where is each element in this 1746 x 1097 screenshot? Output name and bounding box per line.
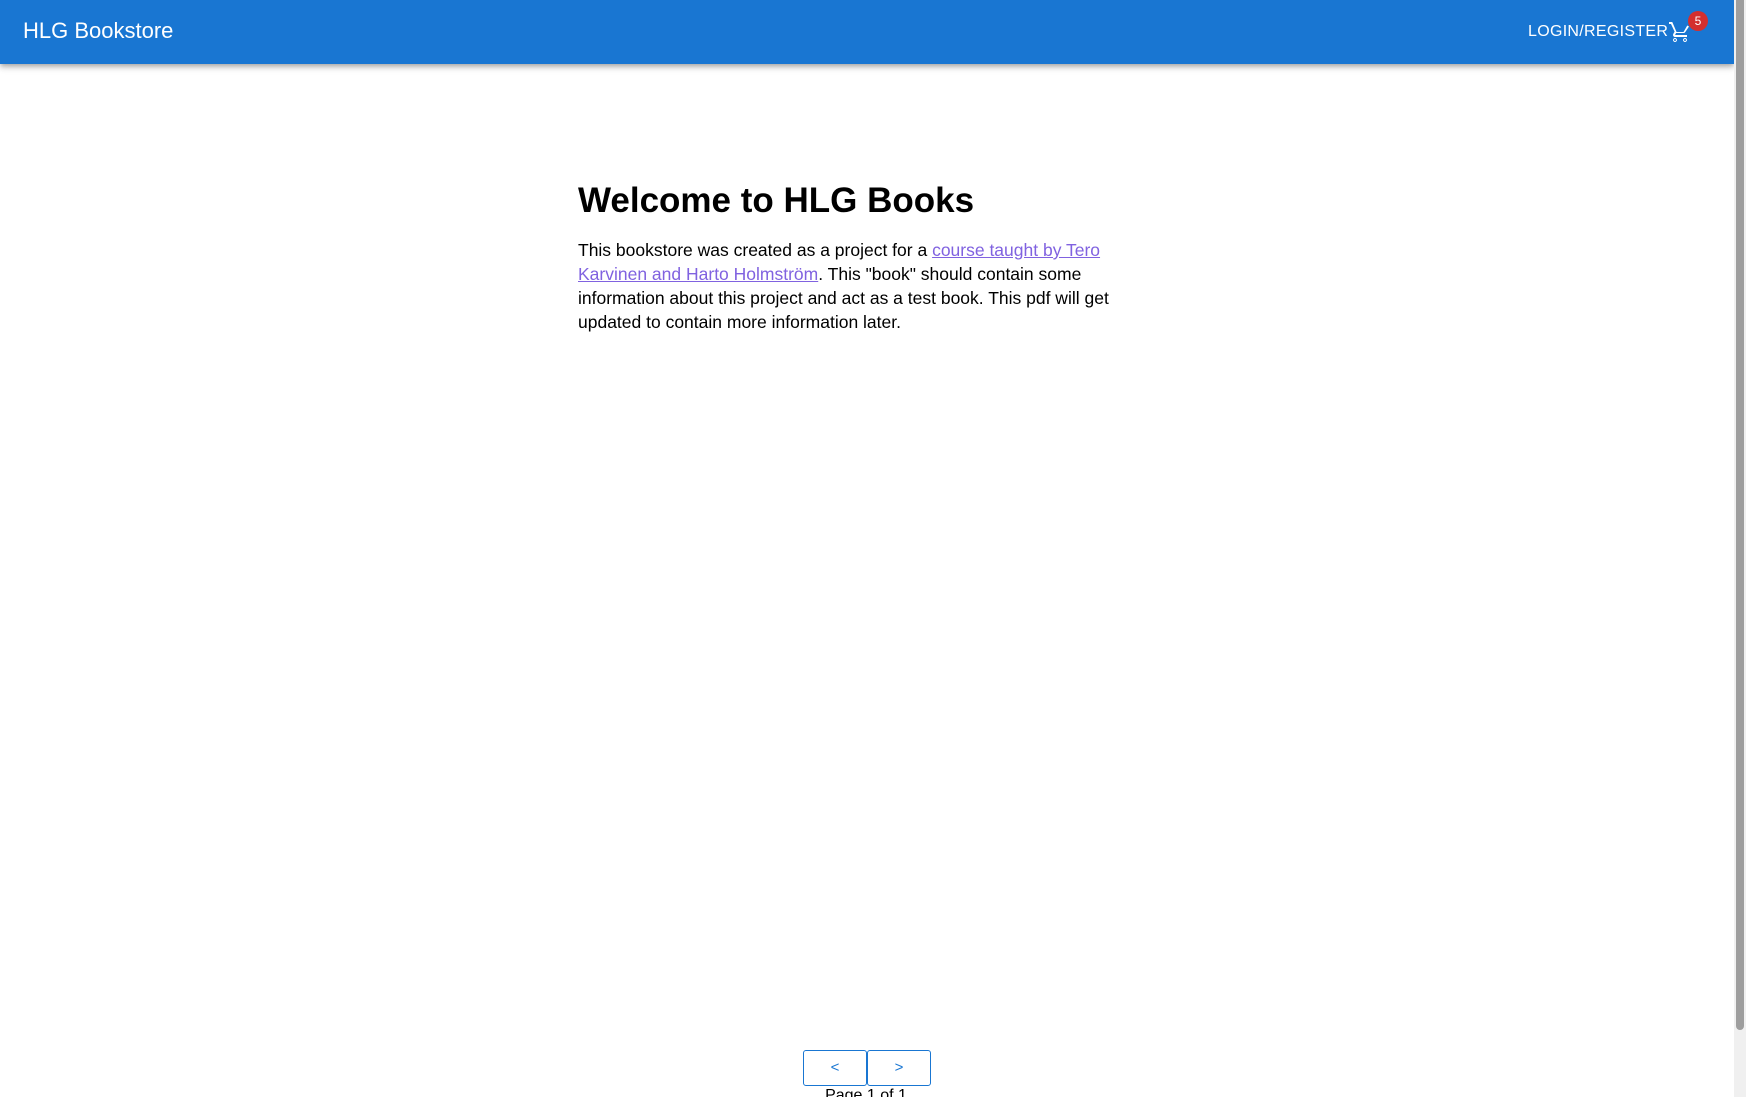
main-content: Welcome to HLG Books This bookstore was …	[578, 178, 1118, 334]
previous-page-button[interactable]: <	[803, 1050, 867, 1086]
app-bar: HLG Bookstore LOGIN/REGISTER 5	[0, 0, 1734, 64]
intro-paragraph: This bookstore was created as a project …	[578, 238, 1118, 334]
vertical-scrollbar[interactable]	[1734, 0, 1746, 1097]
brand-title[interactable]: HLG Bookstore	[23, 18, 173, 44]
pagination: < >	[803, 1050, 931, 1086]
intro-text-start: This bookstore was created as a project …	[578, 240, 933, 260]
cart-button[interactable]: 5	[1662, 11, 1708, 50]
page-title: Welcome to HLG Books	[578, 181, 975, 220]
page: HLG Bookstore LOGIN/REGISTER 5 Welcome t…	[0, 0, 1746, 1097]
scrollbar-thumb[interactable]	[1736, 0, 1744, 1030]
login-register-button[interactable]: LOGIN/REGISTER	[1520, 14, 1676, 50]
next-page-button[interactable]: >	[867, 1050, 931, 1086]
page-indicator: Page 1 of 1	[825, 1087, 907, 1097]
cart-count-badge: 5	[1688, 11, 1708, 31]
